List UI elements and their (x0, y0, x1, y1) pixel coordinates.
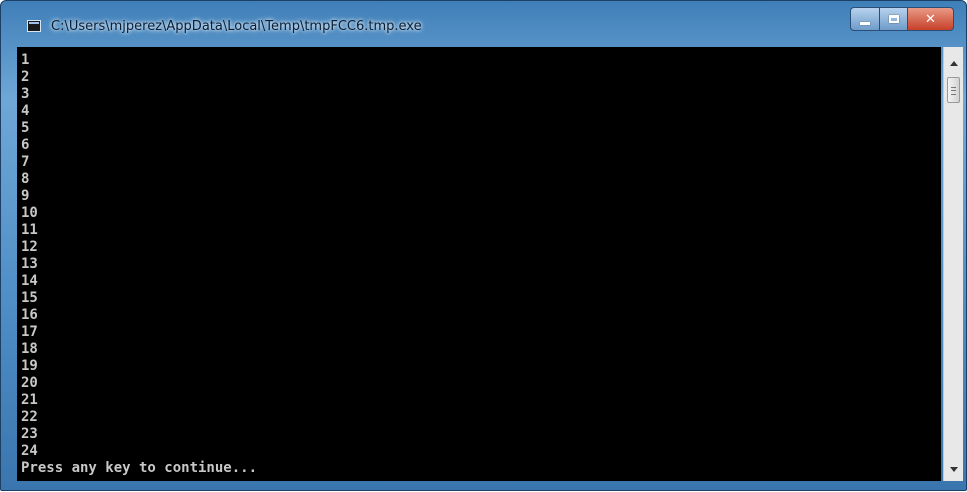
minimize-icon (860, 21, 870, 25)
title-bar[interactable]: C:\Users\mjperez\AppData\Local\Temp\tmpF… (1, 1, 966, 45)
console-line: 19 (21, 358, 38, 374)
console-window: C:\Users\mjperez\AppData\Local\Temp\tmpF… (0, 0, 967, 491)
scroll-down-button[interactable] (946, 461, 961, 477)
console-output-area[interactable]: 1 2 3 4 5 6 7 8 9 10 11 12 13 14 15 16 17 18 19 20 21 22 23 24 P… (17, 47, 941, 481)
console-line: 15 (21, 290, 38, 306)
console-line: 7 (21, 154, 30, 170)
console-line: 4 (21, 103, 30, 119)
thumb-grip-icon (951, 87, 956, 95)
console-line: 11 (21, 222, 38, 238)
console-line: 24 (21, 443, 38, 459)
close-icon: ✕ (925, 11, 936, 27)
scroll-up-arrow-icon (949, 60, 958, 66)
maximize-icon (888, 15, 899, 23)
console-line: 13 (21, 256, 38, 272)
console-line: 23 (21, 426, 38, 442)
scroll-thumb[interactable] (947, 77, 960, 103)
console-line: 12 (21, 239, 38, 255)
console-line: 20 (21, 375, 38, 391)
console-line: 17 (21, 324, 38, 340)
console-line: 21 (21, 392, 38, 408)
console-line: 10 (21, 205, 38, 221)
console-line: 18 (21, 341, 38, 357)
console-line: 14 (21, 273, 38, 289)
console-line: 1 (21, 52, 30, 68)
console-app-icon[interactable] (27, 20, 41, 32)
console-line: 8 (21, 171, 30, 187)
console-line: 6 (21, 137, 30, 153)
window-title: C:\Users\mjperez\AppData\Local\Temp\tmpF… (51, 19, 422, 34)
console-line: 3 (21, 86, 30, 102)
close-button[interactable]: ✕ (908, 7, 954, 31)
minimize-button[interactable] (850, 7, 880, 31)
console-line: 2 (21, 69, 30, 85)
maximize-button[interactable] (880, 7, 908, 31)
console-line: 16 (21, 307, 38, 323)
console-line: 9 (21, 188, 30, 204)
scroll-up-button[interactable] (946, 55, 961, 71)
console-prompt-line: Press any key to continue... (21, 460, 258, 476)
caption-buttons: ✕ (850, 7, 954, 31)
console-line: 22 (21, 409, 38, 425)
scroll-down-arrow-icon (949, 466, 958, 472)
console-line: 5 (21, 120, 30, 136)
console-output: 1 2 3 4 5 6 7 8 9 10 11 12 13 14 15 16 17 18 19 20 21 22 23 24 P… (21, 52, 257, 477)
vertical-scrollbar[interactable] (943, 47, 963, 481)
